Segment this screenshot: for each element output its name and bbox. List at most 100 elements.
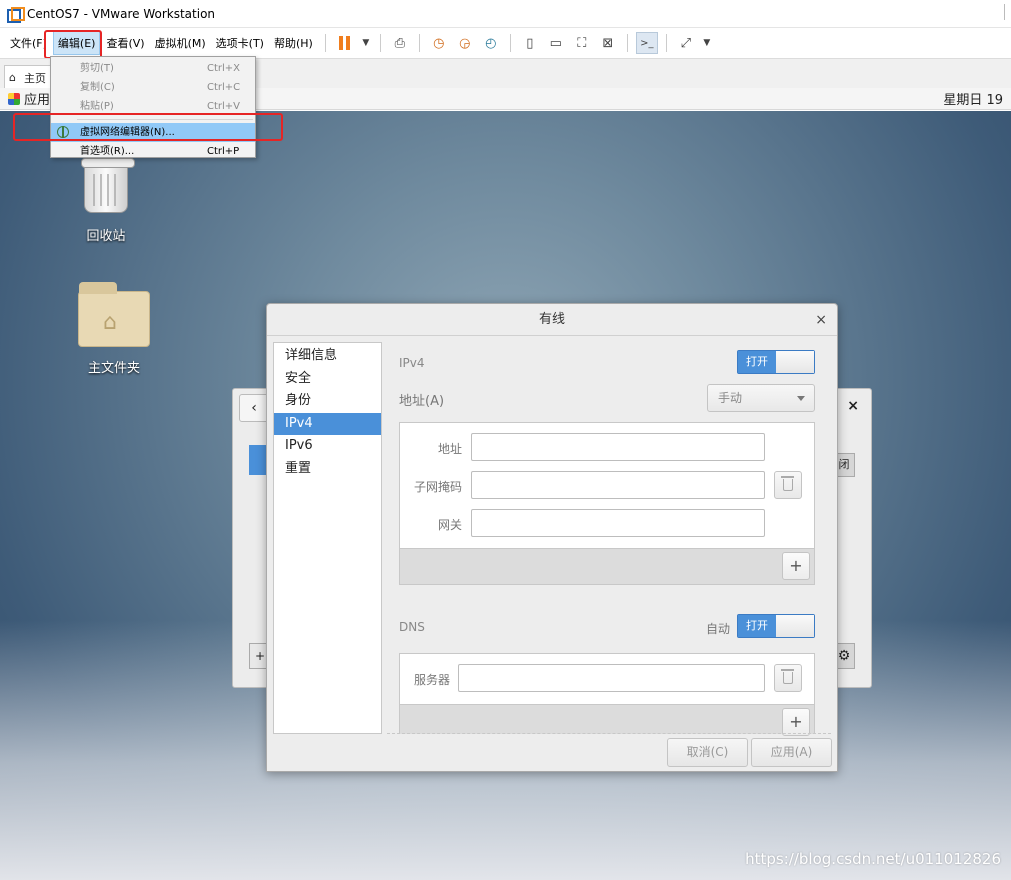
close-icon[interactable]: × <box>815 304 827 336</box>
dropdown-arrow-icon[interactable]: ▼ <box>701 32 713 54</box>
menu-item-shortcut: Ctrl+P <box>207 146 240 157</box>
home-icon: ⌂ <box>9 70 16 84</box>
close-icon[interactable]: × <box>847 398 859 414</box>
menu-bar: 文件(F) 编辑(E) 查看(V) 虚拟机(M) 选项卡(T) 帮助(H) ▼ … <box>0 28 1011 58</box>
snapshot-manager-icon[interactable]: ◴ <box>480 32 502 54</box>
stretch-icon[interactable]: ⤢ <box>675 32 697 54</box>
chevron-down-icon <box>797 396 805 401</box>
toolbar-divider <box>418 34 420 52</box>
virtual-network-editor-highlight-box <box>13 113 283 141</box>
gateway-field-label: 网关 <box>437 518 462 532</box>
toolbar-divider <box>324 34 326 52</box>
netmask-input[interactable] <box>471 471 765 499</box>
edit-dropdown-menu: 剪切(T) Ctrl+X 复制(C) Ctrl+C 粘贴(P) Ctrl+V 虚… <box>50 56 256 158</box>
dropdown-arrow-icon[interactable]: ▼ <box>360 32 372 54</box>
back-button[interactable]: ‹ <box>239 394 269 422</box>
menu-view[interactable]: 查看(V) <box>102 32 148 54</box>
menu-item-label: 首选项(R)... <box>80 146 135 157</box>
home-folder-icon: ⌂ <box>78 282 150 347</box>
watermark: https://blog.csdn.net/u011012826 <box>745 850 1001 868</box>
send-ctrl-alt-del-icon[interactable]: ⎙ <box>389 32 411 54</box>
dns-auto-toggle[interactable]: 打开 <box>737 614 815 638</box>
window-titlebar: CentOS7 - VMware Workstation <box>0 0 1011 28</box>
toolbar-divider <box>509 34 511 52</box>
snapshot-icon[interactable]: ◷ <box>428 32 450 54</box>
menu-item-label: 复制(C) <box>80 82 115 93</box>
menu-item-label: 粘贴(P) <box>80 101 114 112</box>
toggle-knob <box>776 351 814 373</box>
desktop-icon-home-folder[interactable]: ⌂ 主文件夹 <box>78 282 150 376</box>
dns-server-label: 服务器 <box>413 673 450 687</box>
address-method-dropdown[interactable]: 手动 <box>707 384 815 412</box>
vmware-logo-icon <box>7 6 25 23</box>
gnome-apps-menu[interactable]: 应用 <box>8 89 50 108</box>
revert-snapshot-icon[interactable]: ◶ <box>454 32 476 54</box>
trash-icon <box>81 158 135 213</box>
apply-button[interactable]: 应用(A) <box>751 738 832 767</box>
gateway-input[interactable] <box>471 509 765 537</box>
ipv4-settings-panel: IPv4 打开 地址(A) 手动 地址 子网掩码 网关 + DNS 自动 打开 <box>399 342 815 736</box>
wired-connection-dialog: 有线 × 详细信息 安全 身份 IPv4 IPv6 重置 IPv4 打开 地址(… <box>266 303 838 772</box>
address-field-label: 地址 <box>437 442 462 456</box>
menu-item-copy[interactable]: 复制(C) Ctrl+C <box>51 78 255 97</box>
gnome-clock[interactable]: 星期日 19 <box>943 89 1003 108</box>
menu-help[interactable]: 帮助(H) <box>270 32 317 54</box>
address-method-label: 地址(A) <box>399 394 445 409</box>
sidebar-item-ipv4[interactable]: IPv4 <box>274 412 381 436</box>
thumbnail-view-icon[interactable]: ▭ <box>545 32 567 54</box>
add-address-button[interactable]: + <box>782 552 810 580</box>
pause-icon[interactable] <box>334 32 356 54</box>
trash-icon <box>781 476 794 491</box>
window-controls[interactable] <box>999 4 1005 20</box>
menu-item-preferences[interactable]: 首选项(R)... Ctrl+P <box>51 142 255 161</box>
address-frame: 地址 子网掩码 网关 + <box>399 422 815 585</box>
ipv4-toggle[interactable]: 打开 <box>737 350 815 374</box>
toggle-on-label: 打开 <box>738 351 776 373</box>
toolbar-divider <box>665 34 667 52</box>
fullscreen-icon[interactable]: ⛶ <box>571 32 593 54</box>
tab-home-label: 主页 <box>24 71 46 85</box>
unity-icon[interactable]: ⊠ <box>597 32 619 54</box>
menu-vm[interactable]: 虚拟机(M) <box>151 32 210 54</box>
ipv4-section-label: IPv4 <box>399 356 425 370</box>
sidebar-item-details[interactable]: 详细信息 <box>274 345 381 368</box>
dns-frame: 服务器 + <box>399 653 815 736</box>
dialog-title: 有线 <box>538 312 565 327</box>
toolbar-divider <box>626 34 628 52</box>
dialog-header: 有线 × <box>267 304 837 336</box>
address-method-value: 手动 <box>718 391 743 405</box>
dns-server-input[interactable] <box>458 664 765 692</box>
desktop-icon-trash[interactable]: 回收站 <box>81 158 135 244</box>
address-input[interactable] <box>471 433 765 461</box>
cancel-button[interactable]: 取消(C) <box>667 738 748 767</box>
applications-icon <box>8 92 20 105</box>
toggle-knob <box>776 615 814 637</box>
apps-label: 应用 <box>24 93 51 108</box>
desktop-icon-label: 回收站 <box>86 229 126 244</box>
menu-item-shortcut: Ctrl+X <box>207 63 241 74</box>
edit-menu-highlight-box <box>44 30 102 59</box>
sidebar-item-security[interactable]: 安全 <box>274 368 381 391</box>
menu-item-label: 剪切(T) <box>80 63 114 74</box>
delete-address-button[interactable] <box>774 471 802 499</box>
chevron-left-icon: ‹ <box>251 400 257 416</box>
menu-item-cut[interactable]: 剪切(T) Ctrl+X <box>51 59 255 78</box>
toggle-on-label: 打开 <box>738 615 776 637</box>
sidebar-item-identity[interactable]: 身份 <box>274 390 381 413</box>
dialog-sidebar: 详细信息 安全 身份 IPv4 IPv6 重置 <box>273 342 382 734</box>
menu-tabs[interactable]: 选项卡(T) <box>212 32 268 54</box>
tab-home[interactable]: ⌂ 主页 <box>4 65 52 89</box>
sidebar-view-icon[interactable]: ▯ <box>519 32 541 54</box>
dns-frame-footer: + <box>400 704 814 736</box>
dns-section-label: DNS <box>399 620 425 634</box>
sidebar-item-reset[interactable]: 重置 <box>274 458 381 481</box>
sidebar-item-ipv6[interactable]: IPv6 <box>274 435 381 458</box>
dialog-footer: 取消(C) 应用(A) <box>267 733 837 771</box>
window-title: CentOS7 - VMware Workstation <box>27 6 216 21</box>
delete-dns-button[interactable] <box>774 664 802 692</box>
netmask-field-label: 子网掩码 <box>413 480 462 494</box>
trash-icon <box>781 669 794 684</box>
add-dns-button[interactable]: + <box>782 708 810 736</box>
console-view-icon[interactable]: >_ <box>635 32 658 54</box>
address-frame-footer: + <box>400 548 814 584</box>
